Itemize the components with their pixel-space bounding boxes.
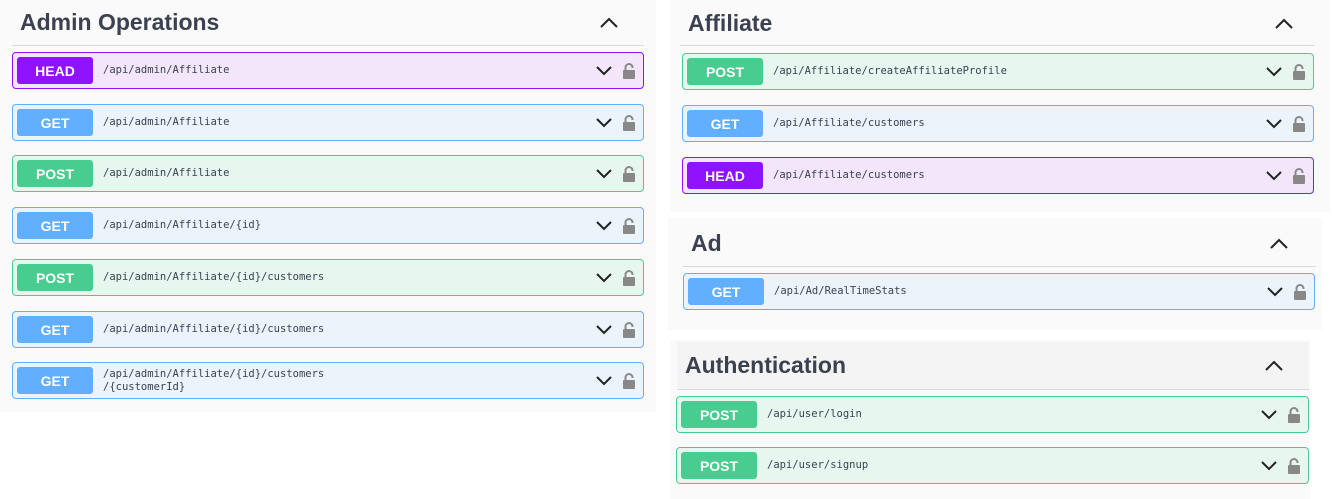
section-affiliate: Affiliate POST /api/Affiliate/createAffi… bbox=[670, 0, 1330, 212]
method-badge: HEAD bbox=[17, 57, 93, 84]
op-row[interactable]: POST /api/user/signup bbox=[676, 447, 1309, 484]
section-ad: Ad GET /api/Ad/RealTimeStats bbox=[668, 218, 1322, 330]
lock-icon[interactable] bbox=[621, 164, 637, 184]
chevron-down-icon[interactable] bbox=[593, 319, 615, 341]
op-path: /api/Affiliate/customers bbox=[773, 169, 925, 181]
op-path: /api/admin/Affiliate/{id} bbox=[103, 219, 262, 231]
op-path: /api/Ad/RealTimeStats bbox=[774, 285, 907, 297]
chevron-down-icon[interactable] bbox=[1258, 404, 1280, 426]
op-row[interactable]: POST /api/user/login bbox=[676, 396, 1309, 433]
lock-icon[interactable] bbox=[621, 371, 637, 391]
section-title-admin: Admin Operations bbox=[20, 9, 220, 35]
lock-icon[interactable] bbox=[621, 216, 637, 236]
chevron-down-icon[interactable] bbox=[593, 60, 615, 82]
chevron-down-icon[interactable] bbox=[593, 112, 615, 134]
method-badge: GET bbox=[17, 316, 93, 343]
chevron-down-icon[interactable] bbox=[1263, 165, 1285, 187]
chevron-down-icon[interactable] bbox=[593, 370, 615, 392]
chevron-down-icon[interactable] bbox=[1264, 281, 1286, 303]
op-row[interactable]: HEAD /api/Affiliate/customers bbox=[682, 157, 1314, 194]
op-path: /api/Affiliate/customers bbox=[773, 117, 925, 129]
section-title-affiliate: Affiliate bbox=[688, 10, 773, 36]
op-row[interactable]: HEAD /api/admin/Affiliate bbox=[12, 52, 644, 89]
section-header-authentication[interactable]: Authentication bbox=[677, 342, 1309, 390]
op-row[interactable]: GET /api/admin/Affiliate/{id}/customers bbox=[12, 311, 644, 348]
op-path: /api/admin/Affiliate bbox=[103, 116, 230, 128]
op-row[interactable]: GET /api/admin/Affiliate/{id}/customers … bbox=[12, 362, 644, 399]
section-header-affiliate[interactable]: Affiliate bbox=[680, 2, 1315, 46]
op-row[interactable]: POST /api/Affiliate/createAffiliateProfi… bbox=[682, 53, 1314, 90]
chevron-down-icon[interactable] bbox=[1263, 61, 1285, 83]
op-path: /api/admin/Affiliate/{id}/customers bbox=[103, 271, 325, 283]
op-path: /api/admin/Affiliate/{id}/customers /{cu… bbox=[103, 367, 325, 393]
section-header-ad[interactable]: Ad bbox=[683, 221, 1316, 267]
chevron-down-icon[interactable] bbox=[1263, 113, 1285, 135]
lock-icon[interactable] bbox=[1286, 456, 1302, 476]
method-badge: GET bbox=[17, 212, 93, 239]
op-path: /api/admin/Affiliate bbox=[103, 167, 230, 179]
section-header-admin[interactable]: Admin Operations bbox=[12, 0, 644, 46]
section-title-ad: Ad bbox=[691, 230, 722, 256]
chevron-up-icon[interactable] bbox=[594, 8, 624, 38]
lock-icon[interactable] bbox=[621, 268, 637, 288]
chevron-up-icon[interactable] bbox=[1264, 229, 1294, 259]
op-path: /api/Affiliate/createAffiliateProfile bbox=[773, 65, 1007, 77]
method-badge: POST bbox=[687, 58, 763, 85]
method-badge: HEAD bbox=[687, 162, 763, 189]
method-badge: GET bbox=[17, 109, 93, 136]
method-badge: POST bbox=[17, 264, 93, 291]
method-badge: GET bbox=[687, 110, 763, 137]
lock-icon[interactable] bbox=[1291, 166, 1307, 186]
section-admin-operations: Admin Operations HEAD /api/admin/Affilia… bbox=[0, 0, 656, 412]
chevron-down-icon[interactable] bbox=[593, 215, 615, 237]
chevron-down-icon[interactable] bbox=[593, 163, 615, 185]
op-row[interactable]: POST /api/admin/Affiliate/{id}/customers bbox=[12, 259, 644, 296]
lock-icon[interactable] bbox=[621, 61, 637, 81]
method-badge: GET bbox=[688, 278, 764, 305]
method-badge: POST bbox=[681, 452, 757, 479]
lock-icon[interactable] bbox=[1291, 114, 1307, 134]
method-badge: POST bbox=[681, 401, 757, 428]
method-badge: GET bbox=[17, 367, 93, 394]
section-title-authentication: Authentication bbox=[685, 352, 846, 378]
lock-icon[interactable] bbox=[1291, 62, 1307, 82]
op-row[interactable]: POST /api/admin/Affiliate bbox=[12, 155, 644, 192]
op-path: /api/admin/Affiliate bbox=[103, 64, 230, 76]
chevron-up-icon[interactable] bbox=[1259, 351, 1289, 381]
op-row[interactable]: GET /api/admin/Affiliate/{id} bbox=[12, 207, 644, 244]
lock-icon[interactable] bbox=[621, 320, 637, 340]
chevron-down-icon[interactable] bbox=[593, 267, 615, 289]
chevron-up-icon[interactable] bbox=[1269, 9, 1299, 39]
op-row[interactable]: GET /api/admin/Affiliate bbox=[12, 104, 644, 141]
op-path: /api/admin/Affiliate/{id}/customers bbox=[103, 323, 325, 335]
op-path: /api/user/login bbox=[767, 408, 862, 420]
chevron-down-icon[interactable] bbox=[1258, 455, 1280, 477]
op-row[interactable]: GET /api/Affiliate/customers bbox=[682, 105, 1314, 142]
op-row[interactable]: GET /api/Ad/RealTimeStats bbox=[683, 273, 1315, 310]
method-badge: POST bbox=[17, 160, 93, 187]
op-path: /api/user/signup bbox=[767, 459, 869, 471]
lock-icon[interactable] bbox=[1286, 405, 1302, 425]
section-authentication: Authentication POST /api/user/login POST… bbox=[670, 340, 1310, 499]
lock-icon[interactable] bbox=[1292, 282, 1308, 302]
lock-icon[interactable] bbox=[621, 113, 637, 133]
